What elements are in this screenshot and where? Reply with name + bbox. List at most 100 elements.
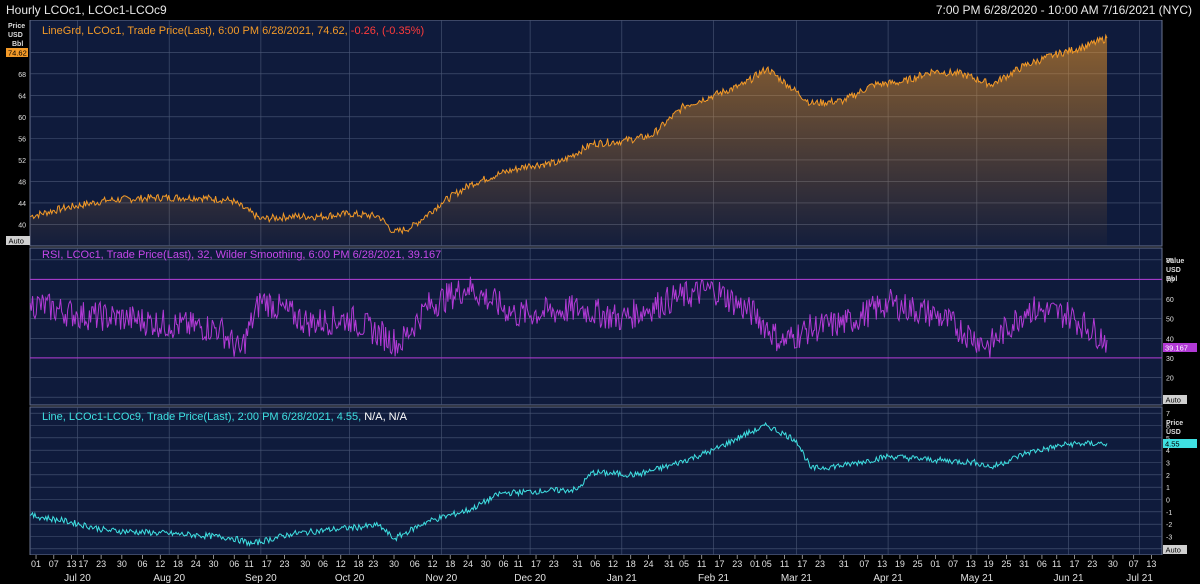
spread-unit-1: Price (1166, 420, 1183, 427)
day-tick-label: 23 (815, 559, 825, 569)
day-tick-label: 31 (572, 559, 582, 569)
day-tick-label: 01 (31, 559, 41, 569)
month-label: Feb 21 (698, 573, 730, 584)
month-label: Jul 21 (1126, 573, 1153, 584)
top-header-bar: Hourly LCOc1, LCOc1-LCOc9 7:00 PM 6/28/2… (0, 0, 1200, 20)
rsi-y-tick: 20 (1166, 376, 1174, 383)
day-tick-label: 18 (173, 559, 183, 569)
day-tick-label: 31 (839, 559, 849, 569)
month-label: Oct 20 (335, 573, 365, 584)
day-tick-label: 07 (1129, 559, 1139, 569)
month-label: Apr 21 (873, 573, 903, 584)
day-tick-label: 17 (797, 559, 807, 569)
day-tick-label: 23 (280, 559, 290, 569)
day-tick-label: 25 (913, 559, 923, 569)
day-tick-label: 13 (1146, 559, 1156, 569)
day-tick-label: 06 (498, 559, 508, 569)
day-tick-label: 17 (78, 559, 88, 569)
price-legend: LineGrd, LCOc1, Trade Price(Last), 6:00 … (42, 25, 424, 37)
day-tick-label: 19 (984, 559, 994, 569)
day-tick-label: 13 (966, 559, 976, 569)
rsi-y-tick: 60 (1166, 297, 1174, 304)
day-tick-label: 06 (590, 559, 600, 569)
day-tick-label: 06 (1037, 559, 1047, 569)
spread-unit-2: USD (1166, 429, 1181, 436)
day-tick-label: 06 (138, 559, 148, 569)
day-tick-label: 23 (96, 559, 106, 569)
day-tick-label: 13 (877, 559, 887, 569)
day-tick-label: 18 (445, 559, 455, 569)
day-tick-label: 12 (427, 559, 437, 569)
day-tick-label: 12 (608, 559, 618, 569)
day-tick-label: 19 (895, 559, 905, 569)
day-tick-label: 31 (664, 559, 674, 569)
day-tick-label: 23 (368, 559, 378, 569)
price-y-tick: 64 (18, 93, 26, 100)
day-tick-label: 17 (531, 559, 541, 569)
day-tick-label: 24 (463, 559, 473, 569)
day-tick-label: 11 (514, 559, 523, 569)
spread-legend-main: Line, LCOc1-LCOc9, Trade Price(Last), 2:… (42, 411, 364, 423)
day-tick-label: 05 (762, 559, 772, 569)
date-range: 7:00 PM 6/28/2020 - 10:00 AM 7/16/2021 (… (935, 3, 1192, 17)
price-y-tick: 60 (18, 115, 26, 122)
price-y-tick: 56 (18, 136, 26, 143)
day-tick-label: 30 (389, 559, 399, 569)
rsi-y-tick: 40 (1166, 336, 1174, 343)
month-label: Nov 20 (426, 573, 458, 584)
month-label: Dec 20 (514, 573, 546, 584)
spread-legend-na: N/A, N/A (364, 411, 407, 423)
day-tick-label: 31 (1019, 559, 1029, 569)
day-tick-label: 05 (679, 559, 689, 569)
price-unit-3: Bbl (12, 41, 23, 48)
day-tick-label: 07 (859, 559, 869, 569)
day-tick-label: 17 (714, 559, 724, 569)
month-label: Mar 21 (781, 573, 813, 584)
day-tick-label: 13 (67, 559, 77, 569)
day-tick-label: 30 (209, 559, 219, 569)
day-tick-label: 07 (49, 559, 59, 569)
rsi-unit-3: Bbl (1166, 276, 1177, 283)
day-tick-label: 30 (481, 559, 491, 569)
day-tick-label: 11 (244, 559, 253, 569)
spread-y-tick: -2 (1166, 522, 1172, 529)
spread-y-tick: -3 (1166, 535, 1172, 542)
day-tick-label: 01 (930, 559, 940, 569)
spread-y-tick: 2 (1166, 473, 1170, 480)
chart-canvas: 4044485256606468721020304050607080-4-3-2… (0, 20, 1200, 584)
spread-auto-label: Auto (1166, 546, 1181, 555)
spread-y-tick: 7 (1166, 411, 1170, 418)
day-tick-label: 30 (300, 559, 310, 569)
chart-title: Hourly LCOc1, LCOc1-LCOc9 (6, 3, 167, 17)
spread-y-tick: 0 (1166, 498, 1170, 505)
price-y-tick: 52 (18, 158, 26, 165)
day-tick-label: 11 (780, 559, 789, 569)
day-tick-label: 18 (626, 559, 636, 569)
price-y-tick: 40 (18, 222, 26, 229)
day-tick-label: 12 (155, 559, 165, 569)
month-label: Jun 21 (1054, 573, 1084, 584)
day-tick-label: 11 (1052, 559, 1061, 569)
day-tick-label: 06 (318, 559, 328, 569)
price-unit-2: USD (8, 32, 23, 39)
rsi-y-tick: 30 (1166, 356, 1174, 363)
day-tick-label: 24 (191, 559, 201, 569)
day-tick-label: 23 (732, 559, 742, 569)
day-tick-label: 18 (354, 559, 364, 569)
day-tick-label: 17 (262, 559, 272, 569)
price-legend-change: -0.26, (-0.35%) (351, 25, 424, 37)
spread-y-tick: 4 (1166, 448, 1170, 455)
day-tick-label: 06 (410, 559, 420, 569)
price-y-tick: 48 (18, 179, 26, 186)
spread-y-tick: 1 (1166, 485, 1170, 492)
spread-legend: Line, LCOc1-LCOc9, Trade Price(Last), 2:… (42, 411, 408, 423)
day-tick-label: 06 (229, 559, 239, 569)
spread-last-value: 4.55 (1165, 440, 1180, 449)
month-label: Aug 20 (153, 573, 185, 584)
day-tick-label: 30 (117, 559, 127, 569)
day-tick-label: 01 (750, 559, 760, 569)
price-last-value: 74.62 (8, 49, 27, 58)
price-unit-1: Price (8, 23, 25, 30)
day-tick-label: 12 (336, 559, 346, 569)
day-tick-label: 24 (643, 559, 653, 569)
